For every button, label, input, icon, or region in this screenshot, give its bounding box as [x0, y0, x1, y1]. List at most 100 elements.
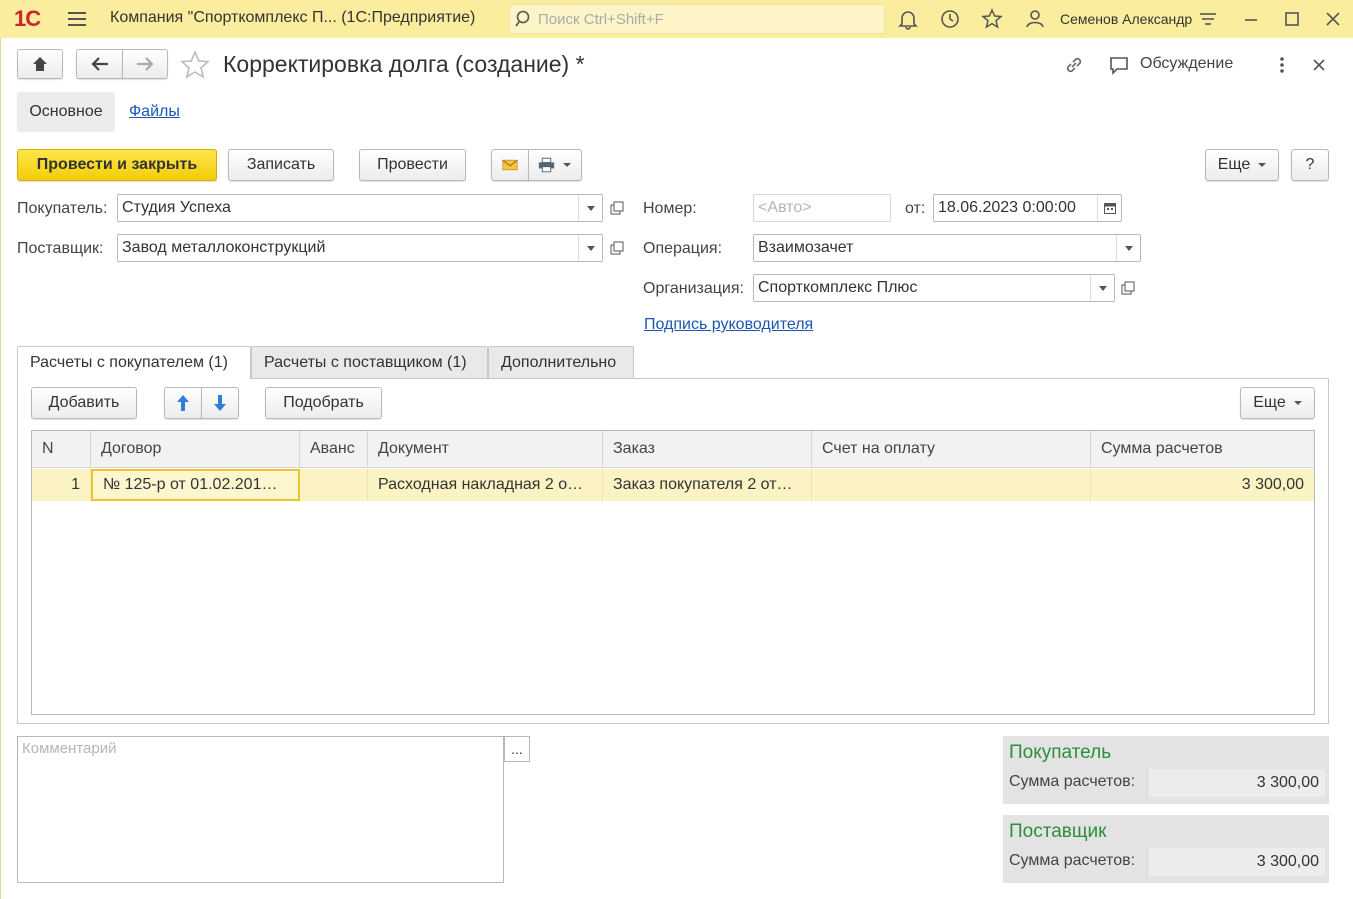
- cell-document[interactable]: Расходная накладная 2 о…: [368, 469, 603, 501]
- buyer-dropdown-button[interactable]: [578, 195, 602, 221]
- buyer-open-button[interactable]: [605, 194, 629, 222]
- operation-value: Взаимозачет: [758, 239, 854, 256]
- column-header-contract[interactable]: Договор: [91, 431, 300, 468]
- bell-icon[interactable]: [897, 8, 919, 30]
- cell-n[interactable]: 1: [32, 469, 91, 501]
- settings-menu-icon[interactable]: [1197, 8, 1219, 30]
- column-header-invoice[interactable]: Счет на оплату: [812, 431, 1091, 468]
- date-value: 18.06.2023 0:00:00: [938, 199, 1076, 216]
- forward-button[interactable]: [122, 49, 168, 79]
- buyer-totals-title: Покупатель: [1009, 742, 1112, 763]
- history-icon[interactable]: [939, 8, 961, 30]
- more-button-label: Еще: [1217, 156, 1251, 173]
- printer-icon: [538, 157, 555, 173]
- tab-additional[interactable]: Дополнительно: [488, 346, 634, 378]
- organization-dropdown-button[interactable]: [1090, 275, 1114, 301]
- menu-icon[interactable]: [68, 8, 90, 30]
- supplier-totals-title: Поставщик: [1009, 821, 1107, 842]
- calendar-button[interactable]: [1097, 195, 1121, 221]
- home-icon: [33, 57, 47, 71]
- section-main[interactable]: Основное: [17, 92, 115, 132]
- favorite-star-icon[interactable]: [180, 50, 210, 80]
- link-icon[interactable]: [1063, 54, 1085, 76]
- open-form-icon: [610, 201, 624, 215]
- cell-advance[interactable]: [300, 469, 368, 501]
- post-button[interactable]: Провести: [359, 149, 466, 181]
- search-icon: [515, 10, 530, 27]
- buyer-totals: Покупатель Сумма расчетов: 3 300,00: [1003, 736, 1329, 804]
- number-field[interactable]: <Авто>: [753, 194, 891, 222]
- page-title: Корректировка долга (создание) *: [223, 51, 585, 77]
- maximize-icon[interactable]: [1281, 8, 1303, 30]
- print-button[interactable]: [528, 149, 582, 181]
- dropdown-arrow-icon: [563, 163, 571, 167]
- cell-contract[interactable]: № 125-р от 01.02.201…: [91, 469, 300, 501]
- back-button[interactable]: [76, 49, 123, 79]
- date-label: от:: [905, 200, 926, 217]
- supplier-field[interactable]: Завод металлоконструкций: [117, 234, 603, 262]
- search-box[interactable]: [509, 4, 885, 34]
- column-header-n[interactable]: N: [32, 431, 91, 468]
- dropdown-arrow-icon: [1124, 245, 1133, 251]
- save-button[interactable]: Записать: [228, 149, 334, 181]
- operation-field[interactable]: Взаимозачет: [753, 234, 1141, 262]
- tab-supplier-settlements[interactable]: Расчеты с поставщиком (1): [251, 346, 488, 378]
- organization-value: Спорткомплекс Плюс: [758, 279, 918, 296]
- help-button[interactable]: ?: [1291, 149, 1329, 181]
- dropdown-arrow-icon: [1258, 163, 1267, 167]
- comment-edit-button[interactable]: ...: [504, 736, 530, 762]
- add-row-button[interactable]: Добавить: [31, 387, 137, 419]
- discussion-icon[interactable]: [1108, 54, 1130, 76]
- move-down-button[interactable]: [201, 387, 239, 419]
- user-name[interactable]: Семенов Александр: [1060, 11, 1192, 27]
- operation-dropdown-button[interactable]: [1116, 235, 1140, 261]
- signature-link[interactable]: Подпись руководителя: [644, 316, 813, 334]
- number-label: Номер:: [643, 200, 697, 217]
- move-up-button[interactable]: [164, 387, 202, 419]
- tab-buyer-settlements[interactable]: Расчеты с покупателем (1): [17, 346, 251, 379]
- document-window: Корректировка долга (создание) * Обсужде…: [0, 38, 1353, 899]
- comment-input[interactable]: [18, 737, 503, 882]
- dropdown-arrow-icon: [1098, 285, 1107, 291]
- app-logo: 1С: [14, 6, 41, 31]
- supplier-open-button[interactable]: [605, 234, 629, 262]
- star-icon[interactable]: [981, 8, 1003, 30]
- dropdown-arrow-icon: [1293, 401, 1302, 405]
- cell-invoice[interactable]: [812, 469, 1091, 501]
- organization-field[interactable]: Спорткомплекс Плюс: [753, 274, 1115, 302]
- table-more-button[interactable]: Еще: [1240, 387, 1315, 419]
- buyer-field[interactable]: Студия Успеха: [117, 194, 603, 222]
- home-button[interactable]: [17, 49, 63, 79]
- post-and-close-button[interactable]: Провести и закрыть: [17, 149, 217, 181]
- arrow-right-icon: [137, 57, 154, 71]
- cell-sum[interactable]: 3 300,00: [1091, 469, 1314, 501]
- arrow-up-icon: [177, 395, 189, 411]
- title-bar: 1С Компания "Спорткомплекс П... (1С:Пред…: [0, 0, 1353, 38]
- organization-open-button[interactable]: [1116, 274, 1140, 302]
- column-header-order[interactable]: Заказ: [603, 431, 812, 468]
- open-form-icon: [610, 241, 624, 255]
- date-field[interactable]: 18.06.2023 0:00:00: [933, 194, 1122, 222]
- arrow-left-icon: [90, 57, 108, 71]
- column-header-advance[interactable]: Аванс: [300, 431, 368, 468]
- close-window-icon[interactable]: [1322, 8, 1344, 30]
- minimize-icon[interactable]: [1240, 8, 1262, 30]
- comment-field[interactable]: [17, 736, 504, 883]
- discussion-label[interactable]: Обсуждение: [1140, 55, 1233, 73]
- column-header-sum[interactable]: Сумма расчетов: [1091, 431, 1314, 468]
- close-form-icon[interactable]: [1311, 57, 1327, 73]
- more-vertical-icon[interactable]: [1273, 55, 1291, 75]
- dropdown-arrow-icon: [586, 205, 595, 211]
- pick-button[interactable]: Подобрать: [265, 387, 382, 419]
- section-files[interactable]: Файлы: [129, 103, 180, 121]
- buyer-totals-label: Сумма расчетов:: [1009, 773, 1136, 790]
- settlements-table[interactable]: N Договор Аванс Документ Заказ Счет на о…: [31, 430, 1315, 715]
- email-button[interactable]: [491, 149, 529, 181]
- supplier-dropdown-button[interactable]: [578, 235, 602, 261]
- buyer-totals-value: 3 300,00: [1147, 769, 1325, 797]
- more-button[interactable]: Еще: [1205, 149, 1279, 181]
- cell-order[interactable]: Заказ покупателя 2 от…: [603, 469, 812, 501]
- user-icon[interactable]: [1024, 8, 1046, 30]
- column-header-document[interactable]: Документ: [368, 431, 603, 468]
- search-input[interactable]: [536, 7, 876, 31]
